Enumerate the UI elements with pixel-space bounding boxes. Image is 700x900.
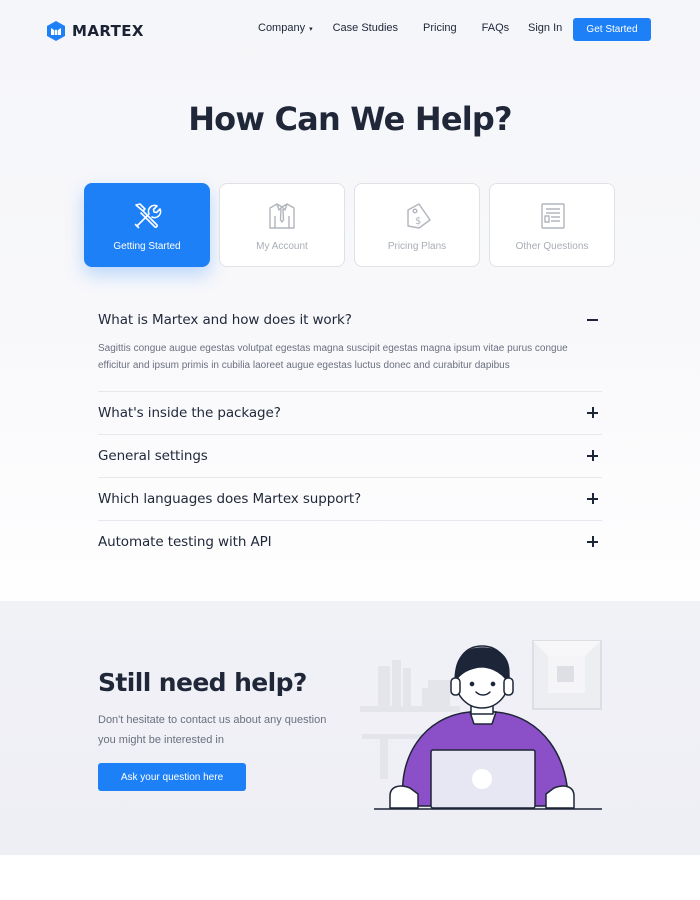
minus-icon[interactable] [586,313,600,327]
faq-question: General settings [98,448,208,464]
nav-item-label: FAQs [481,22,510,34]
faq-list: What is Martex and how does it work? Sag… [98,301,602,563]
faq-item: General settings [98,435,602,478]
plus-icon[interactable] [586,492,600,506]
tab-label: Other Questions [515,241,589,252]
logo-text: MARTEX [72,22,144,40]
help-description: Don't hesitate to contact us about any q… [98,714,327,746]
faq-question: Automate testing with API [98,534,272,550]
nav-item-label: Pricing [423,22,457,34]
nav-item-faqs[interactable]: FAQs [482,22,510,34]
plus-icon[interactable] [586,406,600,420]
faq-answer: Sagittis congue augue egestas volutpat e… [98,343,568,371]
faq-question-row[interactable]: Automate testing with API [98,521,602,563]
nav-item-company[interactable]: Company ▾ [258,22,313,34]
faq-item: What's inside the package? [98,392,602,435]
shirt-icon [265,199,299,233]
faq-item: Which languages does Martex support? [98,478,602,521]
svg-text:$: $ [415,216,421,227]
category-tabs: Getting Started My Account $ Pricing Pla… [84,183,615,267]
faq-question: What's inside the package? [98,405,281,421]
support-illustration [356,638,608,816]
tab-label: My Account [256,241,308,252]
nav-item-pricing[interactable]: Pricing [423,22,457,34]
tab-other-questions[interactable]: Other Questions [489,183,615,267]
tab-label: Pricing Plans [387,241,447,252]
tab-pricing-plans[interactable]: $ Pricing Plans [354,183,480,267]
main-nav: Company ▾ Case Studies Pricing FAQs [258,22,509,34]
plus-icon[interactable] [586,449,600,463]
page-title: How Can We Help? [188,100,512,138]
get-started-button[interactable]: Get Started [573,18,651,41]
help-section: Still need help? Don't hesitate to conta… [0,601,700,855]
faq-question-row[interactable]: What's inside the package? [98,392,602,434]
caret-down-icon: ▾ [309,25,313,33]
faq-item: Automate testing with API [98,521,602,563]
logo[interactable]: MARTEX [46,20,144,42]
nav-item-case-studies[interactable]: Case Studies [333,22,398,34]
plus-icon[interactable] [586,535,600,549]
tools-icon [130,199,164,233]
help-title: Still need help? [98,668,307,697]
price-tag-icon: $ [400,199,434,233]
tab-label: Getting Started [113,241,181,252]
faq-question: What is Martex and how does it work? [98,312,352,328]
nav-item-label: Case Studies [332,22,399,34]
tab-my-account[interactable]: My Account [219,183,345,267]
ask-question-button[interactable]: Ask your question here [98,763,246,791]
tab-getting-started[interactable]: Getting Started [84,183,210,267]
nav-item-label: Company [258,22,306,34]
sign-in-link[interactable]: Sign In [528,22,562,34]
faq-question-row[interactable]: General settings [98,435,602,477]
faq-question-row[interactable]: What is Martex and how does it work? [98,301,602,328]
site-header: MARTEX Company ▾ Case Studies Pricing FA… [0,0,700,62]
page: MARTEX Company ▾ Case Studies Pricing FA… [0,0,700,900]
faq-question-row[interactable]: Which languages does Martex support? [98,478,602,520]
document-icon [535,199,569,233]
faq-item: What is Martex and how does it work? Sag… [98,301,602,392]
logo-icon [46,20,66,42]
faq-question: Which languages does Martex support? [98,491,362,507]
